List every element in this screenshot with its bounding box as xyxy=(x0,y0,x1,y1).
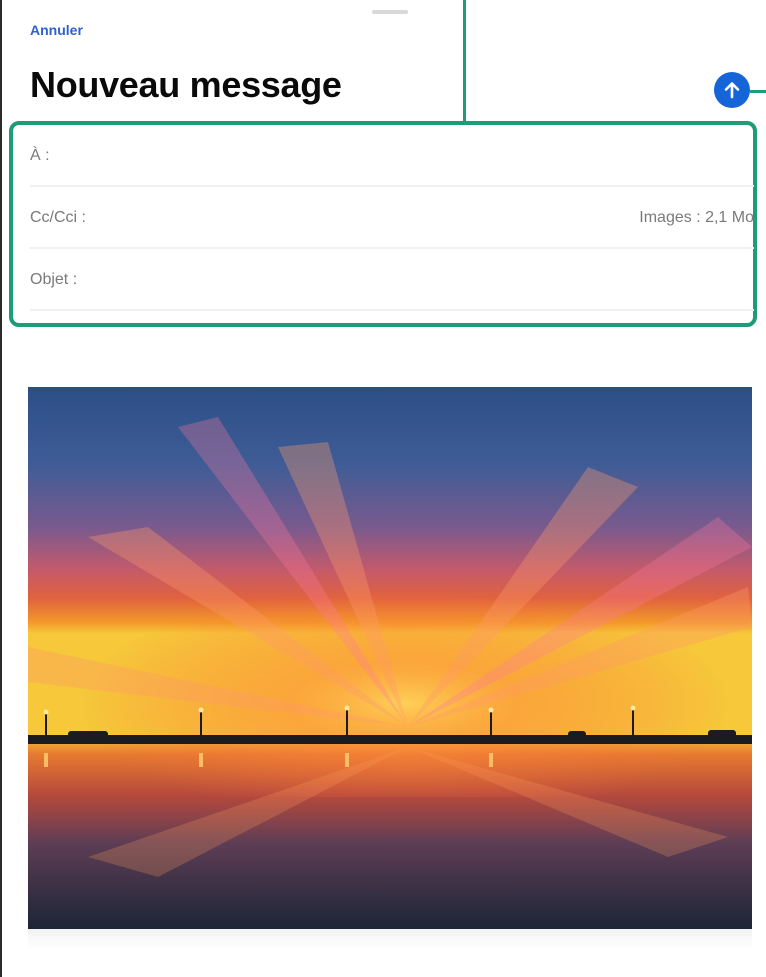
to-label: À : xyxy=(30,147,50,164)
page-title: Nouveau message xyxy=(30,64,342,105)
compose-screen: Annuler Nouveau message À : Cc/Cci : Ima… xyxy=(0,0,766,977)
sheet-grabber[interactable] xyxy=(372,10,408,14)
subject-label: Objet : xyxy=(30,271,78,288)
sunset-photo-image xyxy=(28,387,752,929)
cancel-button[interactable]: Annuler xyxy=(30,22,83,38)
subject-input[interactable] xyxy=(120,249,754,311)
page-edge xyxy=(0,0,2,977)
cc-label: Cc/Cci : xyxy=(30,209,86,226)
to-input[interactable] xyxy=(120,125,754,187)
arrow-up-icon xyxy=(724,82,740,99)
annotation-callout-line-send xyxy=(750,90,766,93)
cc-field-row[interactable]: Cc/Cci : Images : 2,1 Mo xyxy=(30,187,754,249)
photo-shadow xyxy=(28,929,752,949)
image-size-info[interactable]: Images : 2,1 Mo xyxy=(639,187,754,249)
annotation-callout-line xyxy=(463,0,466,122)
send-button[interactable] xyxy=(714,72,750,108)
subject-field-row[interactable]: Objet : xyxy=(30,249,754,311)
to-field-row[interactable]: À : xyxy=(30,125,754,187)
attached-photo[interactable] xyxy=(28,387,752,929)
